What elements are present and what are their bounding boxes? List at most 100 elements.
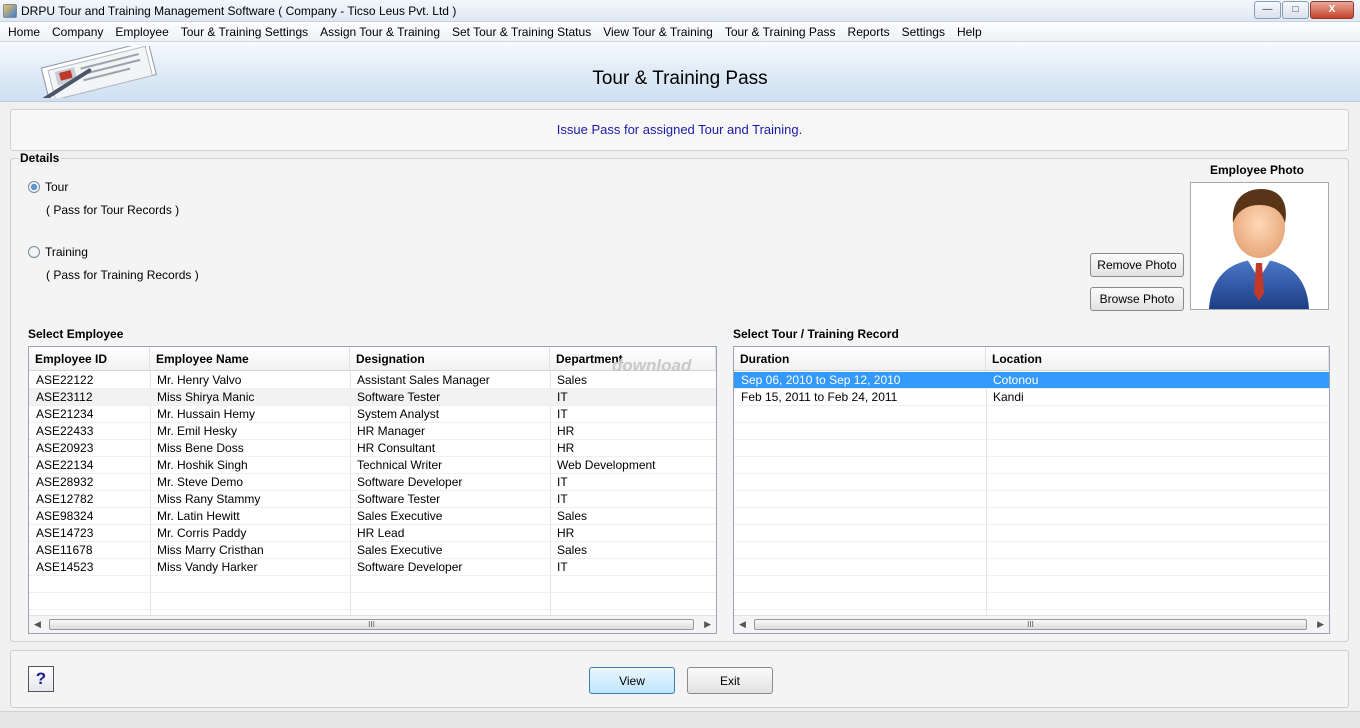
scroll-left-icon[interactable]: ◀: [739, 619, 746, 630]
empty-row: [734, 491, 1329, 508]
menu-company[interactable]: Company: [46, 25, 109, 39]
menu-settings[interactable]: Settings: [896, 25, 951, 39]
scroll-right-icon[interactable]: ▶: [704, 619, 711, 630]
table-row[interactable]: ASE11678 Miss Marry Cristhan Sales Executi…: [29, 542, 716, 559]
record-grid-header: Duration Location: [734, 347, 1329, 371]
menu-tour-training-settings[interactable]: Tour & Training Settings: [175, 25, 314, 39]
help-icon[interactable]: ?: [28, 666, 54, 692]
cell-department: HR: [557, 526, 575, 540]
cell-department: IT: [557, 560, 568, 574]
training-radio-option[interactable]: Training: [28, 245, 88, 259]
empty-row: [29, 576, 716, 593]
employee-photo-label: Employee Photo: [1209, 163, 1304, 177]
window-controls: — □ X: [1253, 1, 1354, 19]
training-radio[interactable]: [28, 246, 40, 258]
tour-radio-option[interactable]: Tour: [28, 180, 68, 194]
empty-row: [734, 474, 1329, 491]
menu-home[interactable]: Home: [2, 25, 46, 39]
cell-employee-name: Mr. Emil Hesky: [157, 424, 238, 438]
training-note: ( Pass for Training Records ): [46, 268, 199, 282]
cell-designation: HR Consultant: [357, 441, 436, 455]
table-row[interactable]: ASE22433 Mr. Emil Hesky HR Manager HR: [29, 423, 716, 440]
cell-designation: Assistant Sales Manager: [357, 373, 490, 387]
col-designation[interactable]: Designation: [350, 347, 550, 371]
empty-row: [734, 525, 1329, 542]
col-employee-id[interactable]: Employee ID: [29, 347, 150, 371]
scroll-left-icon[interactable]: ◀: [34, 619, 41, 630]
menu-employee[interactable]: Employee: [109, 25, 174, 39]
cell-employee-id: ASE21234: [36, 407, 94, 421]
menu-tour-training-pass[interactable]: Tour & Training Pass: [719, 25, 842, 39]
cell-designation: Technical Writer: [357, 458, 443, 472]
employee-hscrollbar[interactable]: ◀ III ▶: [29, 615, 716, 633]
menu-assign-tour-training[interactable]: Assign Tour & Training: [314, 25, 446, 39]
minimize-button[interactable]: —: [1254, 1, 1281, 19]
cell-department: IT: [557, 475, 568, 489]
table-row[interactable]: ASE28932 Mr. Steve Demo Software Developer…: [29, 474, 716, 491]
table-row[interactable]: ASE21234 Mr. Hussain Hemy System Analyst IT: [29, 406, 716, 423]
cell-department: Sales: [557, 543, 588, 557]
cell-employee-id: ASE23112: [36, 390, 93, 404]
employee-scroll-thumb[interactable]: III: [49, 619, 694, 630]
table-row[interactable]: ASE12782 Miss Rany Stammy Software Tester I…: [29, 491, 716, 508]
tour-radio-label: Tour: [45, 180, 69, 194]
table-row[interactable]: Feb 15, 2011 to Feb 24, 2011 Kandi: [734, 389, 1329, 406]
cell-designation: Software Developer: [357, 475, 463, 489]
cell-duration: Feb 15, 2011 to Feb 24, 2011: [741, 390, 898, 404]
cell-employee-name: Miss Rany Stammy: [157, 492, 261, 506]
record-hscrollbar[interactable]: ◀ III ▶: [734, 615, 1329, 633]
cell-employee-id: ASE20923: [36, 441, 94, 455]
employee-photo-frame: [1190, 182, 1329, 310]
view-button[interactable]: View: [589, 667, 675, 694]
cell-department: HR: [557, 441, 575, 455]
remove-photo-button[interactable]: Remove Photo: [1090, 253, 1184, 277]
header-banner: Tour & Training Pass: [0, 42, 1360, 102]
menu-view-tour-training[interactable]: View Tour & Training: [597, 25, 719, 39]
app-icon: [3, 3, 17, 18]
col-location[interactable]: Location: [986, 347, 1329, 371]
exit-button[interactable]: Exit: [687, 667, 773, 694]
menu-help[interactable]: Help: [951, 25, 988, 39]
table-row[interactable]: ASE98324 Mr. Latin Hewitt Sales Executive S…: [29, 508, 716, 525]
cell-employee-id: ASE11678: [36, 543, 93, 557]
table-row[interactable]: ASE14523 Miss Vandy Harker Software Develo…: [29, 559, 716, 576]
empty-row: [734, 423, 1329, 440]
cell-location: Cotonou: [993, 373, 1039, 387]
cell-designation: Sales Executive: [357, 509, 443, 523]
empty-row: [734, 440, 1329, 457]
cell-employee-id: ASE22433: [36, 424, 94, 438]
table-row[interactable]: ASE20923 Miss Bene Doss HR Consultant HR: [29, 440, 716, 457]
cell-employee-name: Mr. Henry Valvo: [157, 373, 242, 387]
cell-department: IT: [557, 492, 568, 506]
cell-designation: HR Manager: [357, 424, 426, 438]
cell-department: HR: [557, 424, 575, 438]
training-radio-label: Training: [45, 245, 88, 259]
close-button[interactable]: X: [1310, 1, 1354, 19]
tour-radio[interactable]: [28, 181, 40, 193]
menu-bar: Home Company Employee Tour & Training Se…: [0, 22, 1360, 42]
subtitle-panel: Issue Pass for assigned Tour and Trainin…: [10, 109, 1349, 151]
cell-employee-id: ASE28932: [36, 475, 94, 489]
table-row[interactable]: ASE23112 Miss Shirya Manic Software Tester…: [29, 389, 716, 406]
scroll-right-icon[interactable]: ▶: [1317, 619, 1324, 630]
browse-photo-button[interactable]: Browse Photo: [1090, 287, 1184, 311]
table-row[interactable]: Sep 06, 2010 to Sep 12, 2010 Cotonou: [734, 372, 1329, 389]
cell-department: IT: [557, 390, 568, 404]
col-duration[interactable]: Duration: [734, 347, 986, 371]
cell-employee-name: Miss Bene Doss: [157, 441, 244, 455]
cell-employee-id: ASE14723: [36, 526, 94, 540]
cell-employee-name: Mr. Latin Hewitt: [157, 509, 240, 523]
status-bar: [0, 711, 1360, 728]
record-grid: Duration Location Sep 06, 2010 to Sep 12…: [733, 346, 1330, 634]
cell-designation: Software Tester: [357, 492, 441, 506]
empty-row: [734, 457, 1329, 474]
table-row[interactable]: ASE14723 Mr. Corris Paddy HR Lead HR: [29, 525, 716, 542]
col-employee-name[interactable]: Employee Name: [150, 347, 350, 371]
menu-set-status[interactable]: Set Tour & Training Status: [446, 25, 597, 39]
record-scroll-thumb[interactable]: III: [754, 619, 1307, 630]
maximize-button[interactable]: □: [1282, 1, 1309, 19]
menu-reports[interactable]: Reports: [842, 25, 896, 39]
table-row[interactable]: ASE22134 Mr. Hoshik Singh Technical Writer…: [29, 457, 716, 474]
empty-row: [734, 406, 1329, 423]
empty-row: [734, 508, 1329, 525]
